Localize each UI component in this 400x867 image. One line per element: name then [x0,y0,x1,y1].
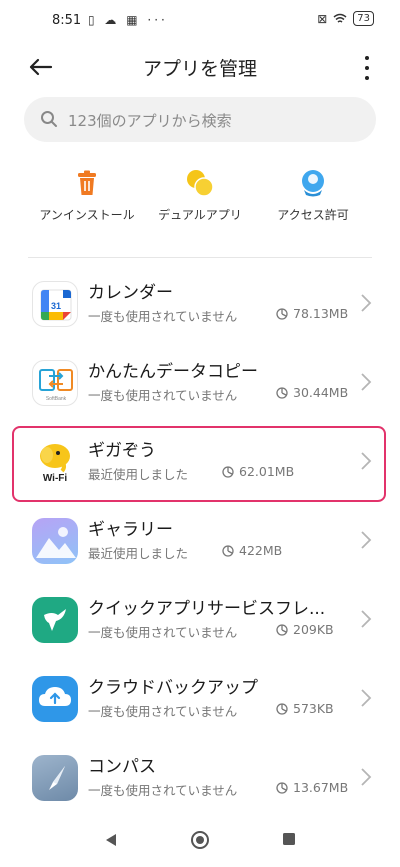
page-title: アプリを管理 [142,58,257,80]
calendar-icon-text: 31 [51,301,61,311]
uninstall-label: アンインストール [39,208,135,222]
status-right-icons: ⊠ 73 [317,11,374,26]
search-icon [41,111,57,127]
app-name: カレンダー [88,283,173,303]
app-last-used: 最近使用しました [88,546,189,561]
app-row-compass[interactable]: コンパス 一度も使用されていません 13.67MB [0,742,400,820]
app-size-value: 209KB [293,622,334,637]
app-last-used: 一度も使用されていません [88,704,238,719]
app-bar: アプリを管理 [0,44,400,90]
status-time: 8:51 [52,13,82,28]
app-row-calendar[interactable]: 31 カレンダー 一度も使用されていません 78.13MB [0,268,400,346]
softbank-icon-text: SoftBank [46,396,67,402]
highlight-frame [12,426,386,502]
app-row-gallery[interactable]: ギャラリー 最近使用しました 422MB [0,505,400,583]
data-copy-app-icon: SoftBank [32,360,78,406]
nav-home-icon[interactable] [190,830,210,850]
app-size: 78.13MB [276,306,348,321]
storage-icon [276,702,288,715]
app-row-data-copy[interactable]: SoftBank かんたんデータコピー 一度も使用されていません 30.44MB [0,347,400,425]
access-badge-icon [298,168,328,198]
app-row-cloud-backup[interactable]: クラウドバックアップ 一度も使用されていません 573KB [0,663,400,741]
compass-app-icon [32,755,78,801]
more-options-icon[interactable] [364,56,370,80]
search-bar[interactable] [24,97,376,144]
dual-apps-label: デュアルアプリ [158,208,242,222]
trash-icon [72,168,102,198]
app-size: 13.67MB [276,780,348,795]
notification-icons: ▯ ☁ ▦ ··· [88,13,168,27]
app-size: 209KB [276,622,334,637]
app-last-used: 一度も使用されていません [88,309,238,324]
dual-apps-button[interactable]: デュアルアプリ [135,168,265,223]
app-name: かんたんデータコピー [88,362,258,382]
storage-icon [276,307,288,320]
uninstall-button[interactable]: アンインストール [22,168,152,223]
cloud-backup-app-icon [32,676,78,722]
app-size: 573KB [276,701,334,716]
chevron-right-icon [361,373,372,391]
app-name: クイックアプリサービスフレ... [88,599,326,619]
app-size: 30.44MB [276,385,348,400]
divider [28,257,372,258]
app-size: 422MB [222,543,282,558]
chevron-right-icon [361,689,372,707]
app-size-value: 13.67MB [293,780,349,795]
calendar-app-icon: 31 [32,281,78,327]
search-input[interactable] [66,97,360,144]
nav-recents-icon[interactable] [282,832,296,846]
dual-circles-icon [185,168,215,198]
app-last-used: 一度も使用されていません [88,388,238,403]
app-size-value: 573KB [293,701,334,716]
wifi-icon [333,13,347,23]
chevron-right-icon [361,768,372,786]
permissions-button[interactable]: アクセス許可 [248,168,378,223]
storage-icon [276,781,288,794]
permissions-label: アクセス許可 [277,208,349,222]
app-name: ギャラリー [88,520,173,540]
app-size-value: 30.44MB [293,385,349,400]
storage-icon [276,623,288,636]
app-name: コンパス [88,757,156,777]
chevron-right-icon [361,531,372,549]
status-bar: 8:51 ▯ ☁ ▦ ··· ⊠ 73 [0,0,400,44]
quick-app-icon [32,597,78,643]
battery-icon: 73 [353,11,374,26]
navigation-bar [0,820,400,867]
storage-icon [222,544,234,557]
storage-icon [276,386,288,399]
chevron-right-icon [361,610,372,628]
app-last-used: 一度も使用されていません [88,783,238,798]
app-size-value: 78.13MB [293,306,349,321]
app-size-value: 422MB [239,543,283,558]
app-last-used: 一度も使用されていません [88,625,238,640]
gallery-app-icon [32,518,78,564]
sim-off-icon: ⊠ [317,11,328,26]
nav-back-icon[interactable] [104,832,118,848]
app-name: クラウドバックアップ [88,678,258,698]
chevron-right-icon [361,294,372,312]
app-row-quick-app[interactable]: クイックアプリサービスフレ... 一度も使用されていません 209KB [0,584,400,662]
